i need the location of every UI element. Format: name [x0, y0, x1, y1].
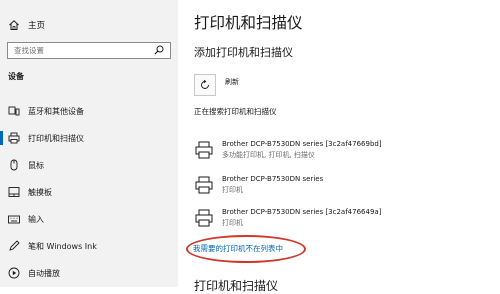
search-placeholder: 查找设置	[14, 46, 44, 55]
mouse-icon	[8, 159, 20, 171]
refresh-label: 刷新	[225, 78, 239, 86]
sidebar-item-label: 触摸板	[28, 187, 52, 197]
sidebar-item-autoplay[interactable]: 自动播放	[0, 260, 178, 286]
printer-icon	[8, 132, 20, 144]
pen-icon	[8, 240, 20, 252]
sidebar-item-label: 笔和 Windows Ink	[28, 241, 97, 251]
touchpad-icon	[8, 186, 20, 198]
section-title-devices: 设备	[8, 72, 24, 81]
refresh-icon[interactable]	[194, 74, 216, 96]
sidebar-item-label: 输入	[28, 214, 44, 224]
keyboard-icon	[8, 213, 20, 225]
printer-icon	[194, 140, 214, 160]
device-type: 打印机	[222, 186, 243, 194]
main-content: 打印机和扫描仪 添加打印机和扫描仪 刷新 正在搜索打印机和扫描仪 Brother…	[178, 0, 500, 293]
add-printers-heading: 添加打印机和扫描仪	[194, 46, 293, 59]
device-type: 多功能打印机, 打印机, 扫描仪	[222, 151, 315, 159]
home-nav[interactable]: 主页	[8, 16, 45, 34]
search-icon[interactable]	[154, 45, 164, 57]
printer-icon	[194, 208, 214, 228]
printers-section-heading: 打印机和扫描仪	[194, 279, 279, 293]
sidebar-item-label: 鼠标	[28, 160, 44, 170]
autoplay-icon	[8, 267, 20, 279]
page-title: 打印机和扫描仪	[194, 14, 303, 32]
sidebar: 主页 查找设置 设备 蓝牙和其他设备 打印机和扫描仪 鼠标 触摸板 输入 笔和 …	[0, 0, 178, 287]
device-name: Brother DCP-B7530DN series [3c2af476649a…	[222, 208, 382, 216]
list-item[interactable]: Brother DCP-B7530DN series 打印机	[194, 172, 494, 198]
sidebar-item-pen[interactable]: 笔和 Windows Ink	[0, 233, 178, 259]
sidebar-item-mouse[interactable]: 鼠标	[0, 152, 178, 178]
sidebar-item-label: 自动播放	[28, 268, 60, 278]
sidebar-item-touchpad[interactable]: 触摸板	[0, 179, 178, 205]
list-item[interactable]: Brother DCP-B7530DN series [3c2af47669bd…	[194, 137, 494, 163]
printer-not-listed-link[interactable]: 我需要的打印机不在列表中	[193, 243, 283, 254]
device-name: Brother DCP-B7530DN series	[222, 175, 324, 183]
device-name: Brother DCP-B7530DN series [3c2af47669bd…	[222, 140, 382, 148]
bluetooth-devices-icon	[8, 105, 20, 117]
device-type: 打印机	[222, 219, 243, 227]
sidebar-item-label: 蓝牙和其他设备	[28, 106, 84, 116]
sidebar-item-label: 打印机和扫描仪	[28, 133, 84, 143]
search-input[interactable]: 查找设置	[7, 42, 171, 59]
home-icon	[8, 19, 20, 31]
sidebar-item-bluetooth[interactable]: 蓝牙和其他设备	[0, 98, 178, 124]
home-label: 主页	[28, 21, 46, 31]
search-status: 正在搜索打印机和扫描仪	[194, 107, 277, 116]
sidebar-item-typing[interactable]: 输入	[0, 206, 178, 232]
refresh-button[interactable]: 刷新	[194, 74, 239, 96]
printer-icon	[194, 175, 214, 195]
list-item[interactable]: Brother DCP-B7530DN series [3c2af476649a…	[194, 205, 494, 231]
sidebar-item-printers[interactable]: 打印机和扫描仪	[0, 125, 178, 151]
